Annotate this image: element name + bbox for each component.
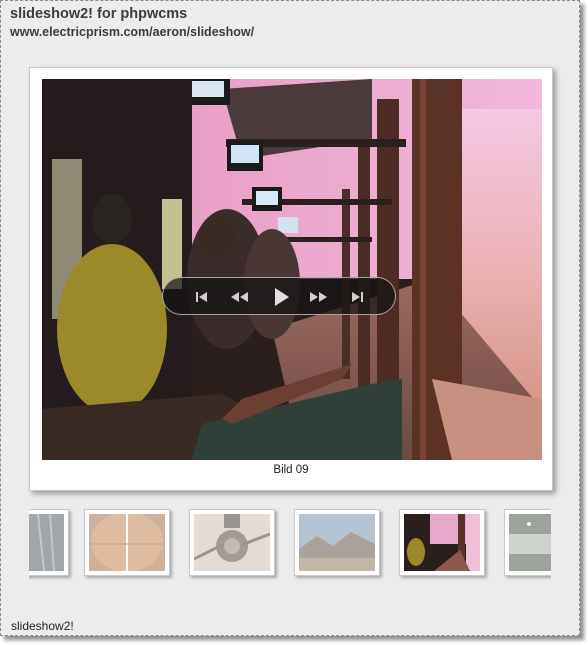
rewind-icon [231,292,248,302]
previous-button[interactable] [227,287,251,307]
play-button[interactable] [268,284,294,310]
fast-forward-icon [310,292,327,302]
page-title: slideshow2! for phpwcms [10,6,188,22]
page-frame: slideshow2! for phpwcms www.electricpris… [0,0,580,636]
last-button[interactable] [345,287,369,307]
skip-first-icon [196,292,207,302]
thumbnail-strip[interactable] [29,504,551,584]
playback-controls [162,277,396,315]
thumbnail-5[interactable] [399,509,485,576]
thumbnail-4[interactable] [294,509,380,576]
thumbnail-6[interactable] [504,509,551,576]
next-button[interactable] [307,287,331,307]
slide-caption: Bild 09 [273,464,309,476]
thumbnail-1[interactable] [29,509,69,576]
main-slide-card: Bild 09 [29,67,553,491]
first-button[interactable] [190,287,214,307]
thumbnail-2[interactable] [84,509,170,576]
footer-label: slideshow2! [11,619,74,633]
page-url[interactable]: www.electricprism.com/aeron/slideshow/ [10,25,254,39]
play-icon [275,288,289,306]
thumbnail-3[interactable] [189,509,275,576]
main-slide-image[interactable] [42,79,542,460]
skip-last-icon [352,292,363,302]
